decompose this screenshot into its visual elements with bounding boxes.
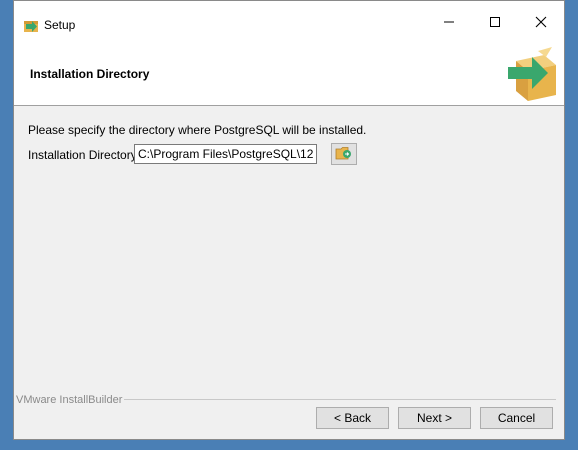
close-button[interactable] (518, 9, 564, 39)
maximize-icon (489, 15, 501, 33)
footer-divider (124, 399, 556, 400)
minimize-button[interactable] (426, 9, 472, 39)
installer-box-arrow-icon (506, 43, 558, 101)
page-title: Installation Directory (30, 67, 150, 81)
title-bar[interactable]: Setup (14, 1, 564, 49)
maximize-button[interactable] (472, 9, 518, 39)
folder-browse-icon (335, 145, 353, 164)
installbuilder-brand: VMware InstallBuilder (16, 394, 123, 406)
back-button[interactable]: < Back (316, 407, 389, 429)
page-header: Installation Directory (14, 47, 564, 106)
installation-directory-input[interactable] (134, 144, 317, 164)
installation-directory-label: Installation Directory (28, 148, 137, 162)
installer-box-icon (22, 17, 40, 33)
cancel-button[interactable]: Cancel (480, 407, 553, 429)
browse-button[interactable] (331, 143, 357, 165)
setup-window: Setup Installation Directory Please spec… (13, 0, 565, 440)
instruction-text: Please specify the directory where Postg… (28, 123, 367, 137)
minimize-icon (443, 15, 455, 33)
window-title: Setup (44, 18, 76, 32)
close-icon (535, 15, 547, 33)
next-button[interactable]: Next > (398, 407, 471, 429)
